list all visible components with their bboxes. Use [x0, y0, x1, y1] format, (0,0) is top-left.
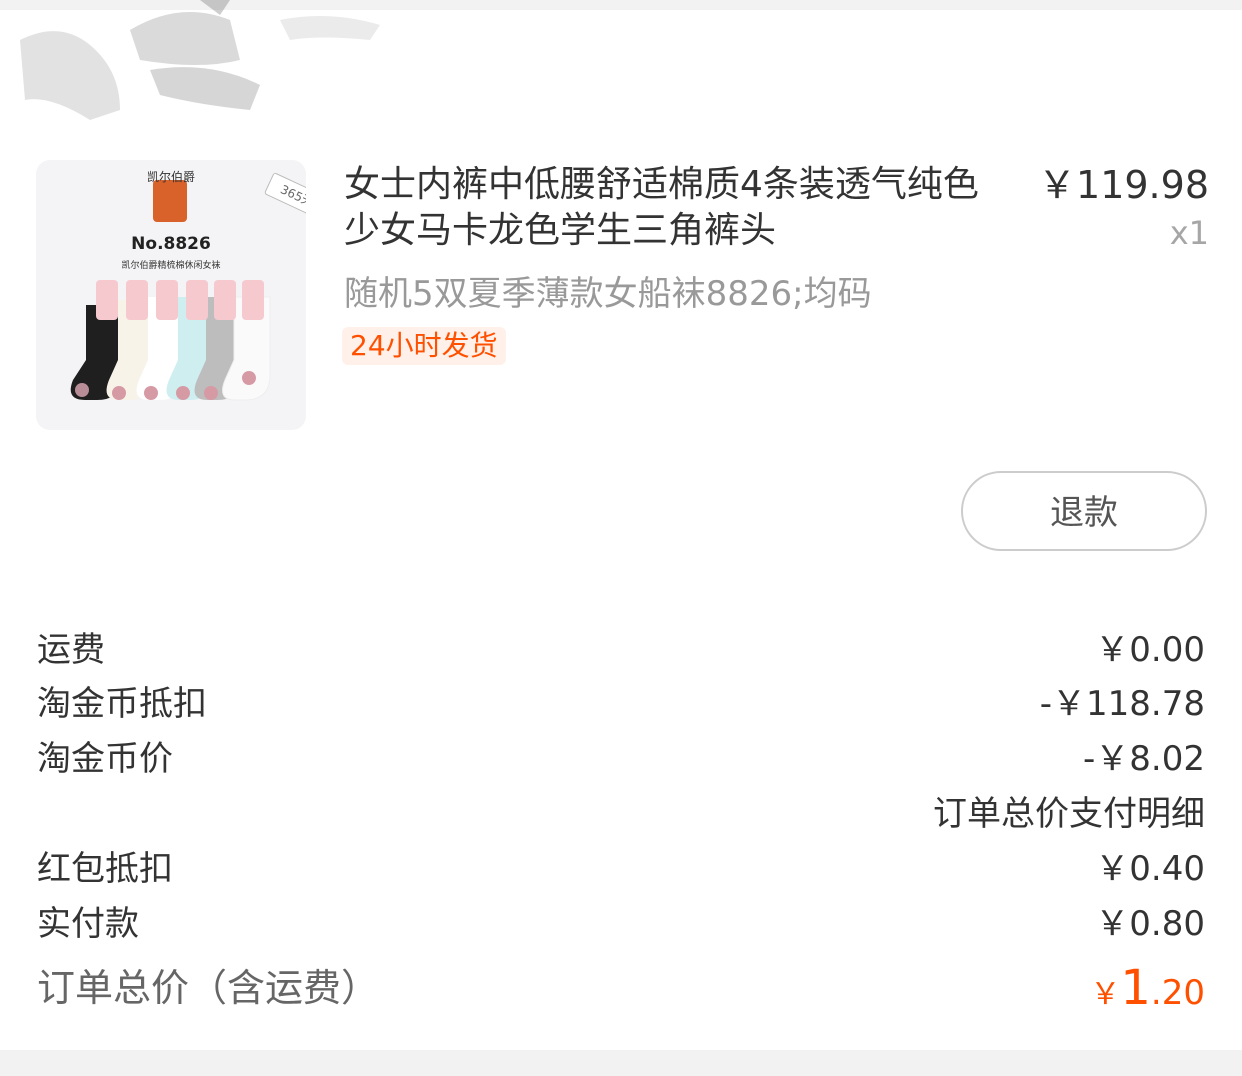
summary-row-red-packet: 红包抵扣 ￥0.40 [37, 847, 1205, 891]
summary-label: 淘金币价 [37, 739, 173, 779]
summary-row-paid: 实付款 ￥0.80 [37, 902, 1205, 946]
summary-row-coin-deduction: 淘金币抵扣 -￥118.78 [37, 682, 1205, 726]
brand-logo-icon [153, 180, 187, 222]
product-title[interactable]: 女士内裤中低腰舒适棉质4条装透气纯色少女马卡龙色学生三角裤头 [344, 162, 1014, 254]
total-label: 订单总价（含运费） [37, 966, 380, 1010]
summary-row-coin-price: 淘金币价 -￥8.02 [37, 737, 1205, 781]
summary-label: 实付款 [37, 904, 139, 944]
bottom-divider [0, 1050, 1242, 1076]
summary-value: ￥0.80 [1095, 904, 1205, 944]
decorative-sketch-background [20, 0, 380, 120]
summary-value: ￥0.40 [1095, 849, 1205, 889]
total-currency: ￥ [1090, 977, 1121, 1012]
product-thumbnail[interactable]: 凯尔伯爵 365天 No.8826 凯尔伯爵精梳棉休闲女袜 [36, 160, 306, 430]
total-decimal: .20 [1150, 973, 1205, 1013]
thumbnail-brand: 凯尔伯爵 [146, 170, 195, 184]
summary-label: 淘金币抵扣 [37, 684, 207, 724]
summary-row-shipping: 运费 ￥0.00 [37, 628, 1205, 672]
product-quantity: x1 [1169, 214, 1209, 252]
summary-row-total: 订单总价（含运费） ￥1.20 [37, 960, 1205, 1016]
thumbnail-model: No.8826 [131, 234, 211, 254]
total-integer: 1 [1120, 960, 1151, 1016]
thumbnail-subtitle: 凯尔伯爵精梳棉休闲女袜 [121, 261, 221, 271]
shipping-badge: 24小时发货 [342, 327, 506, 365]
product-price: ￥119.98 [1038, 163, 1209, 207]
refund-button[interactable]: 退款 [961, 471, 1207, 551]
payment-detail-link[interactable]: 订单总价支付明细 [933, 792, 1205, 836]
product-sku: 随机5双夏季薄款女船袜8826;均码 [344, 274, 872, 314]
total-value: ￥1.20 [1090, 960, 1205, 1023]
socks-image-icon [70, 280, 271, 401]
summary-label: 红包抵扣 [37, 849, 173, 889]
summary-label: 运费 [37, 630, 105, 670]
summary-value: -￥8.02 [1083, 739, 1205, 779]
summary-row-payment-detail[interactable]: 订单总价支付明细 [37, 792, 1205, 836]
summary-value: -￥118.78 [1039, 684, 1205, 724]
summary-value: ￥0.00 [1095, 630, 1205, 670]
